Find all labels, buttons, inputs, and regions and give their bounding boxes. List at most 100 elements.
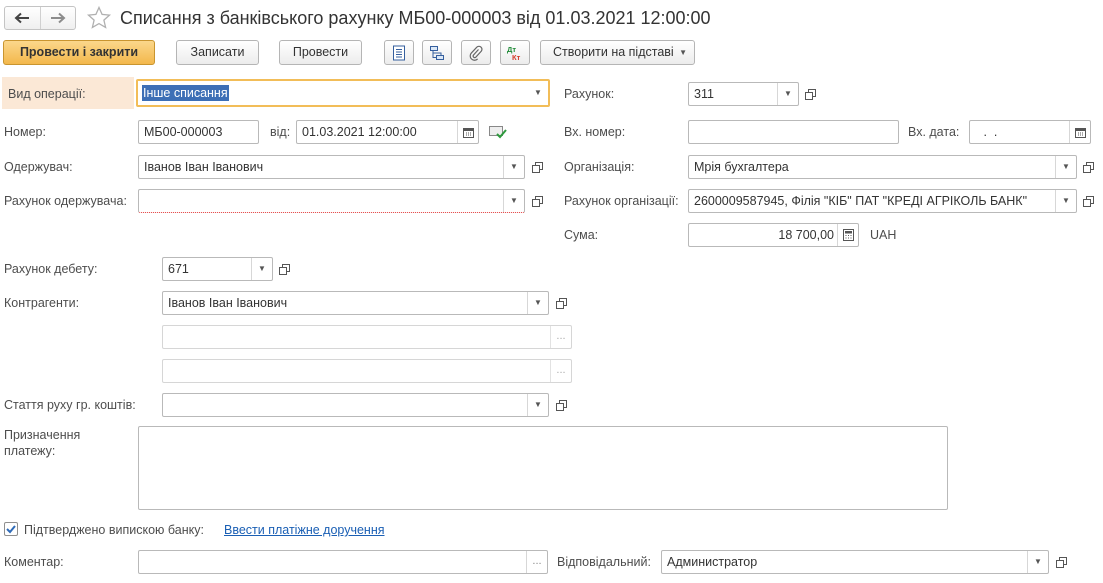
recipient-label: Одержувач: <box>4 160 73 174</box>
open-window-icon <box>531 195 543 207</box>
number-value: МБ00-000003 <box>144 125 223 139</box>
currency-label: UAH <box>870 228 897 242</box>
recipient-value: Іванов Іван Іванович <box>144 160 264 174</box>
operation-type-value: Інше списання <box>142 85 229 101</box>
debit-account-open-button[interactable] <box>274 258 294 280</box>
cash-flow-item-label: Стаття руху гр. коштів: <box>4 398 136 412</box>
organization-label: Організація: <box>564 160 635 174</box>
open-window-icon <box>1082 195 1094 207</box>
counterparties-select[interactable]: Іванов Іван Іванович ▼ <box>162 291 549 315</box>
chevron-down-icon[interactable]: ▼ <box>1055 156 1076 178</box>
chevron-down-icon[interactable]: ▼ <box>777 83 798 105</box>
date-status-button[interactable] <box>488 123 508 141</box>
responsible-open-button[interactable] <box>1051 551 1071 573</box>
responsible-label: Відповідальний: <box>557 555 651 569</box>
bank-confirmed-checkbox[interactable] <box>4 522 18 536</box>
payment-purpose-label-line1: Призначення <box>4 428 81 442</box>
svg-text:Кт: Кт <box>512 53 521 62</box>
chevron-down-icon: ▼ <box>679 48 687 57</box>
subconto-3-input[interactable]: ... <box>162 359 572 383</box>
number-input[interactable]: МБ00-000003 <box>138 120 259 144</box>
number-label: Номер: <box>4 125 46 139</box>
organization-open-button[interactable] <box>1078 156 1098 178</box>
subconto-2-input[interactable]: ... <box>162 325 572 349</box>
hierarchy-icon <box>430 45 444 60</box>
calendar-icon[interactable] <box>457 121 478 143</box>
amount-label: Сума: <box>564 228 599 242</box>
arrow-left-icon <box>14 12 30 24</box>
incoming-date-value: . . <box>980 125 998 139</box>
payment-purpose-label-line2: платежу: <box>4 444 56 458</box>
favorite-star-button[interactable] <box>86 5 112 31</box>
post-button[interactable]: Провести <box>279 40 362 65</box>
date-value: 01.03.2021 12:00:00 <box>302 125 417 139</box>
debit-account-select[interactable]: 671 ▼ <box>162 257 273 281</box>
bank-confirmed-label: Підтверджено випискою банку: <box>24 523 204 537</box>
amount-input[interactable]: 18 700,00 <box>688 223 859 247</box>
paperclip-icon <box>469 45 483 61</box>
date-input[interactable]: 01.03.2021 12:00:00 <box>296 120 479 144</box>
chevron-down-icon[interactable]: ▼ <box>503 190 524 212</box>
attach-files-button[interactable] <box>461 40 491 65</box>
cash-flow-item-select[interactable]: ▼ <box>162 393 549 417</box>
chevron-down-icon[interactable]: ▼ <box>527 394 548 416</box>
debit-credit-icon: ДтКт <box>507 45 521 62</box>
org-account-select[interactable]: 2600009587945, Філія "КІБ" ПАТ "КРЕДІ АГ… <box>688 189 1077 213</box>
calendar-icon[interactable] <box>1069 121 1090 143</box>
open-window-icon <box>804 88 816 100</box>
forward-button[interactable] <box>41 7 75 29</box>
dt-kt-button[interactable]: Дт Кт <box>500 40 530 65</box>
org-account-open-button[interactable] <box>1078 190 1098 212</box>
nav-back-forward <box>4 6 76 30</box>
org-account-label: Рахунок організації: <box>564 194 679 208</box>
account-label: Рахунок: <box>564 87 615 101</box>
comment-input[interactable]: ... <box>138 550 548 574</box>
open-window-icon <box>555 297 567 309</box>
chevron-down-icon[interactable]: ▼ <box>528 81 548 105</box>
post-and-close-button[interactable]: Провести і закрити <box>3 40 155 65</box>
enter-payment-order-link[interactable]: Ввести платіжне доручення <box>224 522 385 538</box>
operation-type-select[interactable]: Інше списання ▼ <box>136 79 550 107</box>
report-button[interactable] <box>384 40 414 65</box>
create-based-on-button[interactable]: Створити на підставі ▼ <box>540 40 695 65</box>
document-list-icon <box>393 45 405 60</box>
payment-purpose-textarea[interactable] <box>138 426 948 510</box>
chevron-down-icon[interactable]: ▼ <box>1027 551 1048 573</box>
recipient-account-select[interactable]: ▼ <box>138 189 525 213</box>
organization-value: Мрія бухгалтера <box>694 160 789 174</box>
create-based-on-label: Створити на підставі <box>553 45 674 59</box>
checkmark-icon <box>6 525 16 534</box>
calculator-icon[interactable] <box>837 224 858 246</box>
responsible-select[interactable]: Администратор ▼ <box>661 550 1049 574</box>
operation-type-label: Вид операції: <box>8 87 86 101</box>
counterparties-label: Контрагенти: <box>4 296 80 310</box>
counterparties-open-button[interactable] <box>551 292 571 314</box>
cash-flow-item-open-button[interactable] <box>551 394 571 416</box>
chevron-down-icon[interactable]: ▼ <box>251 258 272 280</box>
star-icon <box>86 5 112 29</box>
ellipsis-icon[interactable]: ... <box>550 326 571 348</box>
debit-account-value: 671 <box>168 262 189 276</box>
account-open-button[interactable] <box>800 83 820 105</box>
incoming-date-label: Вх. дата: <box>908 125 960 139</box>
open-window-icon <box>1082 161 1094 173</box>
incoming-number-input[interactable] <box>688 120 899 144</box>
recipient-account-open-button[interactable] <box>527 190 547 212</box>
chevron-down-icon[interactable]: ▼ <box>527 292 548 314</box>
structure-button[interactable] <box>422 40 452 65</box>
recipient-open-button[interactable] <box>527 156 547 178</box>
incoming-date-input[interactable]: . . <box>969 120 1091 144</box>
date-label: від: <box>270 125 291 139</box>
chevron-down-icon[interactable]: ▼ <box>503 156 524 178</box>
back-button[interactable] <box>5 7 41 29</box>
ellipsis-icon[interactable]: ... <box>526 551 547 573</box>
recipient-account-label: Рахунок одержувача: <box>4 194 127 208</box>
chevron-down-icon[interactable]: ▼ <box>1055 190 1076 212</box>
recipient-select[interactable]: Іванов Іван Іванович ▼ <box>138 155 525 179</box>
account-select[interactable]: 311 ▼ <box>688 82 799 106</box>
open-window-icon <box>1055 556 1067 568</box>
organization-select[interactable]: Мрія бухгалтера ▼ <box>688 155 1077 179</box>
responsible-value: Администратор <box>667 555 758 569</box>
ellipsis-icon[interactable]: ... <box>550 360 571 382</box>
save-button[interactable]: Записати <box>176 40 259 65</box>
